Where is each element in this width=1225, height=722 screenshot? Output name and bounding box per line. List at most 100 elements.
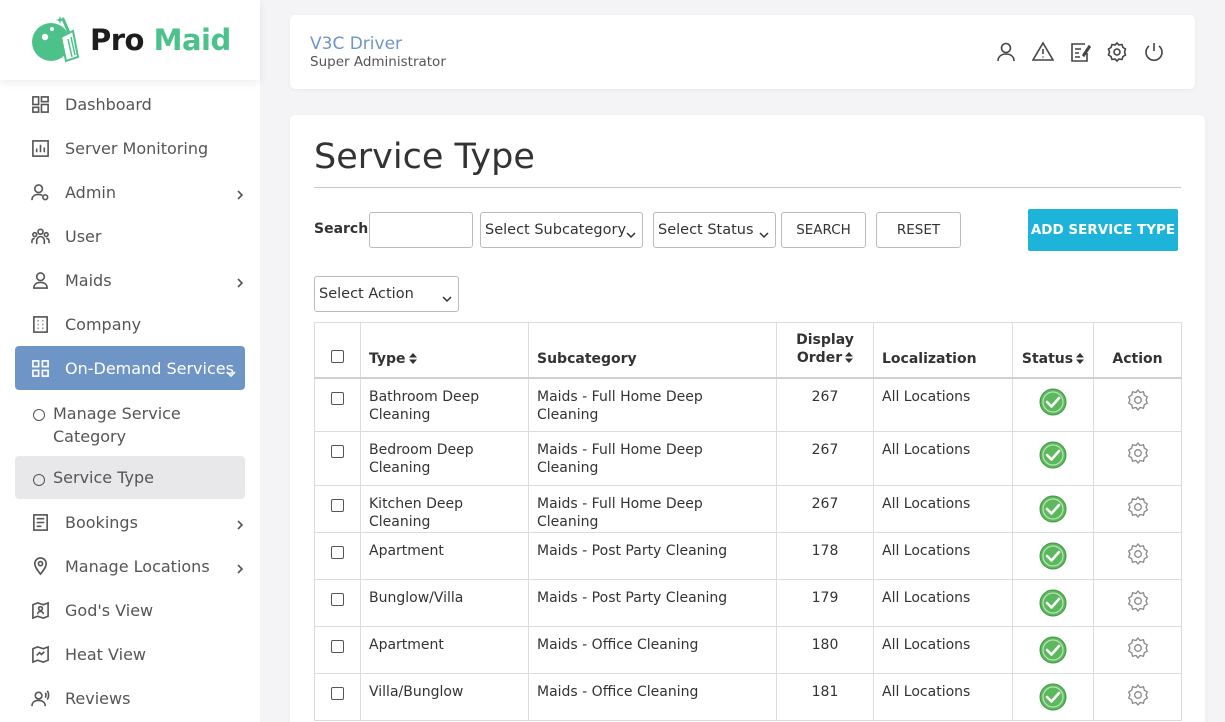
localization-cell: All Locations: [873, 673, 1013, 721]
select-all-checkbox[interactable]: [331, 349, 344, 363]
localization-cell: All Locations: [873, 431, 1013, 486]
sidebar-nav: Dashboard Server Monitoring Admin User M…: [0, 80, 260, 390]
table-row: Bathroom Deep Cleaning Maids - Full Home…: [314, 377, 1182, 432]
sidebar-item-reviews[interactable]: Reviews: [0, 676, 260, 720]
sidebar-item-company[interactable]: Company: [0, 302, 260, 346]
sidebar-subitem-manage-service-category[interactable]: Manage Service Category: [0, 390, 260, 456]
bulk-action-select-value: Select Action: [319, 286, 414, 302]
row-checkbox[interactable]: [331, 640, 344, 653]
gear-icon[interactable]: [1126, 636, 1150, 660]
display-order-cell: 179: [776, 579, 874, 627]
subcategory-cell: Maids - Office Cleaning: [528, 626, 777, 674]
status-active-icon[interactable]: [1039, 441, 1067, 469]
type-cell: Villa/Bunglow: [360, 673, 529, 721]
admin-user-icon: [30, 182, 50, 202]
sidebar-item-heat-view[interactable]: Heat View: [0, 632, 260, 676]
row-checkbox[interactable]: [331, 546, 344, 559]
sidebar-item-label: God's View: [65, 600, 154, 620]
chevron-right-icon: [236, 274, 244, 288]
table-row: Kitchen Deep Cleaning Maids - Full Home …: [314, 485, 1182, 533]
subcategory-cell: Maids - Post Party Cleaning: [528, 579, 777, 627]
sidebar-item-manage-locations[interactable]: Manage Locations: [0, 544, 260, 588]
status-active-icon[interactable]: [1039, 388, 1067, 416]
status-active-icon[interactable]: [1039, 636, 1067, 664]
gear-icon[interactable]: [1126, 542, 1150, 566]
gear-icon[interactable]: [1126, 441, 1150, 465]
user-name[interactable]: V3C Driver: [310, 34, 402, 54]
localization-cell: All Locations: [873, 579, 1013, 627]
type-cell: Apartment: [360, 626, 529, 674]
column-header-subcategory: Subcategory: [528, 322, 777, 379]
search-input[interactable]: [369, 212, 473, 248]
page-title: Service Type: [314, 137, 535, 177]
column-header-status[interactable]: Status: [1012, 322, 1094, 379]
dashboard-icon: [30, 94, 50, 114]
status-active-icon[interactable]: [1039, 542, 1067, 570]
table-row: Apartment Maids - Office Cleaning 180 Al…: [314, 626, 1182, 674]
sidebar-item-maids[interactable]: Maids: [0, 258, 260, 302]
sidebar-item-label: Bookings: [65, 512, 138, 532]
document-icon: [30, 512, 50, 532]
brand-logo[interactable]: Pro Maid: [0, 0, 260, 80]
users-group-icon: [30, 226, 50, 246]
warning-icon[interactable]: [1032, 41, 1054, 63]
column-header-type[interactable]: Type: [360, 322, 529, 379]
sidebar-item-dashboard[interactable]: Dashboard: [0, 82, 260, 126]
sidebar-item-label: Maids: [65, 270, 112, 290]
table-header-row: Type Subcategory Display Order Localizati…: [314, 322, 1182, 379]
gear-icon[interactable]: [1126, 683, 1150, 707]
reset-button[interactable]: RESET: [876, 212, 961, 248]
display-order-cell: 181: [776, 673, 874, 721]
status-active-icon[interactable]: [1039, 683, 1067, 711]
map-person-icon: [30, 600, 50, 620]
gear-icon[interactable]: [1126, 589, 1150, 613]
sidebar-item-on-demand-services[interactable]: On-Demand Services: [15, 346, 245, 390]
subcategory-cell: Maids - Post Party Cleaning: [528, 532, 777, 580]
display-order-cell: 267: [776, 485, 874, 533]
edit-note-icon[interactable]: [1069, 41, 1091, 63]
row-checkbox[interactable]: [331, 499, 344, 512]
display-order-cell: 267: [776, 377, 874, 432]
sidebar-item-user[interactable]: User: [0, 214, 260, 258]
subcategory-cell: Maids - Full Home Deep Cleaning: [528, 431, 777, 486]
table-row: Apartment Maids - Post Party Cleaning 17…: [314, 532, 1182, 580]
type-cell: Bunglow/Villa: [360, 579, 529, 627]
settings-icon[interactable]: [1106, 41, 1128, 63]
profile-icon[interactable]: [995, 41, 1017, 63]
row-checkbox[interactable]: [331, 391, 344, 405]
sidebar-item-label: On-Demand Services: [65, 358, 234, 378]
subcategory-cell: Maids - Office Cleaning: [528, 673, 777, 721]
sidebar-subitem-service-type[interactable]: Service Type: [15, 456, 245, 499]
power-icon[interactable]: [1143, 41, 1165, 63]
bulk-action-select[interactable]: Select Action: [314, 276, 459, 312]
row-checkbox[interactable]: [331, 445, 344, 458]
sidebar-item-server-monitoring[interactable]: Server Monitoring: [0, 126, 260, 170]
type-cell: Kitchen Deep Cleaning: [360, 485, 529, 533]
add-service-type-button[interactable]: ADD SERVICE TYPE: [1028, 209, 1178, 251]
header-icons: [980, 41, 1165, 63]
status-select[interactable]: Select Status: [653, 212, 776, 248]
chevron-down-icon: [759, 227, 769, 239]
chevron-right-icon: [236, 560, 244, 574]
row-checkbox[interactable]: [331, 593, 344, 606]
gear-icon[interactable]: [1126, 495, 1150, 519]
sidebar-item-admin[interactable]: Admin: [0, 170, 260, 214]
circle-bullet-icon: [33, 409, 45, 421]
column-header-display-order[interactable]: Display Order: [776, 322, 874, 379]
bar-chart-icon: [30, 138, 50, 158]
status-active-icon[interactable]: [1039, 589, 1067, 617]
search-button[interactable]: SEARCH: [781, 212, 866, 248]
status-active-icon[interactable]: [1039, 495, 1067, 523]
sidebar-item-label: Company: [65, 314, 142, 334]
sidebar-item-gods-view[interactable]: God's View: [0, 588, 260, 632]
localization-cell: All Locations: [873, 532, 1013, 580]
gear-icon[interactable]: [1126, 388, 1150, 412]
localization-cell: All Locations: [873, 626, 1013, 674]
building-icon: [30, 314, 50, 334]
service-type-table: Type Subcategory Display Order Localizati…: [314, 322, 1182, 721]
row-checkbox[interactable]: [331, 687, 344, 700]
sidebar-item-label: Reviews: [65, 688, 131, 708]
subcategory-select[interactable]: Select Subcategory: [480, 212, 643, 248]
main-content-card: Service Type Search: Select Subcategory …: [290, 115, 1205, 722]
sidebar-item-bookings[interactable]: Bookings: [0, 500, 260, 544]
